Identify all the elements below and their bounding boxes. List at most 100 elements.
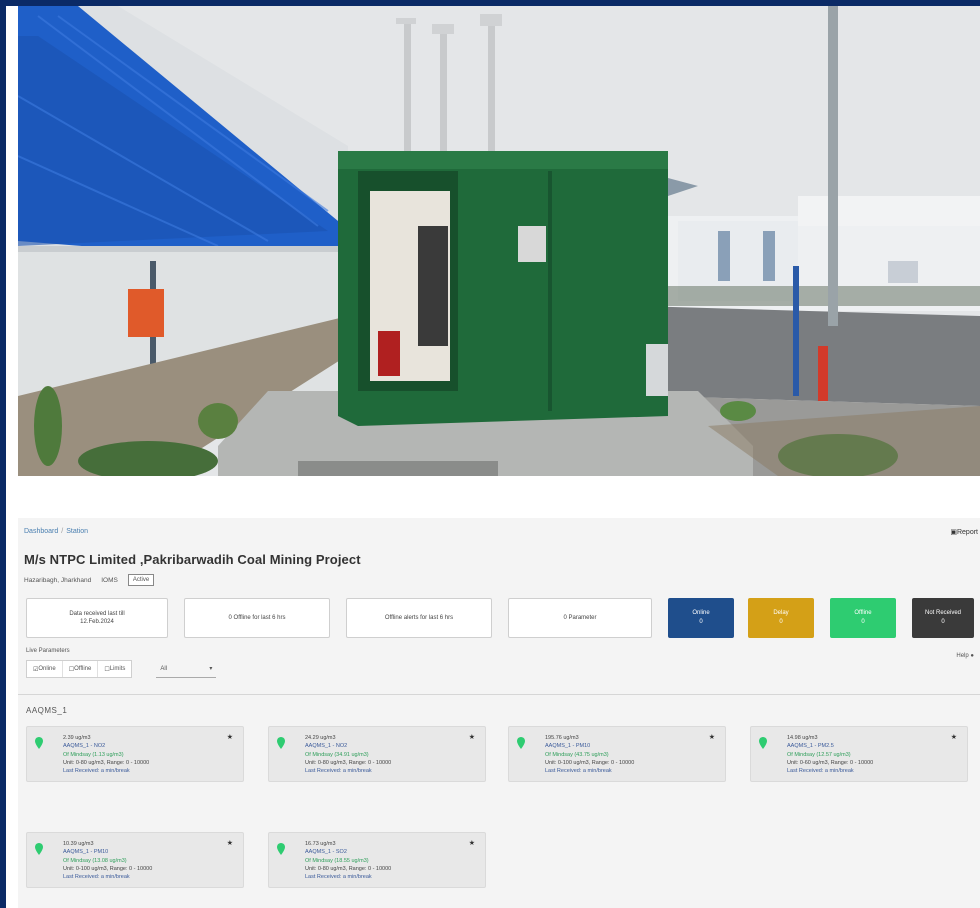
status-card-count: 0 bbox=[779, 619, 783, 625]
status-card-offline[interactable]: Offline 0 bbox=[830, 598, 896, 638]
report-icon: ▣ bbox=[950, 529, 957, 536]
param-last-received: Last Received: a min/break bbox=[787, 768, 854, 775]
param-name: AAQMS_1 - NO2 bbox=[63, 743, 106, 750]
status-card-delay[interactable]: Delay 0 bbox=[748, 598, 814, 638]
section-title: AAQMS_1 bbox=[26, 706, 68, 715]
param-value: 10.39 ug/m3 bbox=[63, 841, 94, 847]
param-value: 16.73 ug/m3 bbox=[305, 841, 336, 847]
station-photo bbox=[18, 6, 980, 476]
page-title: M/s NTPC Limited ,Pakribarwadih Coal Min… bbox=[24, 552, 361, 567]
param-name: AAQMS_1 - SO2 bbox=[305, 849, 347, 856]
filter-bar: ☑ Online ☐ Offline ☐ Limits All ▾ bbox=[26, 660, 217, 678]
status-card-not-received[interactable]: Not Received 0 bbox=[912, 598, 974, 638]
param-limit: Of Mindsay (34.91 ug/m3) bbox=[305, 751, 369, 758]
location-pin-icon bbox=[759, 737, 767, 749]
filter-offline[interactable]: ☐ Offline bbox=[63, 661, 99, 677]
location-pin-icon bbox=[35, 737, 43, 749]
breadcrumb-station[interactable]: Station bbox=[66, 528, 88, 535]
param-unit-range: Unit: 0-80 ug/m3, Range: 0 - 10000 bbox=[305, 865, 392, 872]
location-pin-icon bbox=[277, 843, 285, 855]
param-limit: Of Mindsay (43.75 ug/m3) bbox=[545, 751, 609, 758]
param-limit: Of Mindsay (1.13 ug/m3) bbox=[63, 751, 124, 758]
param-name: AAQMS_1 - PM10 bbox=[63, 849, 109, 856]
summary-row: Data received last till 12.Feb.2024 0 Of… bbox=[26, 598, 980, 638]
report-button[interactable]: ▣Report bbox=[950, 528, 978, 536]
pin-star-icon[interactable]: ★ bbox=[227, 839, 233, 847]
summary-card-last-data[interactable]: Data received last till 12.Feb.2024 bbox=[26, 598, 168, 638]
filter-online-label: Online bbox=[38, 666, 56, 672]
help-button[interactable]: Help ● bbox=[956, 653, 974, 659]
location-pin-icon bbox=[517, 737, 525, 749]
status-card-label: Delay bbox=[773, 610, 789, 616]
help-icon: ● bbox=[970, 653, 974, 659]
param-last-received: Last Received: a min/break bbox=[305, 768, 372, 775]
summary-card-offline-alerts[interactable]: Offline alerts for last 6 hrs bbox=[346, 598, 492, 638]
pin-star-icon[interactable]: ★ bbox=[469, 839, 475, 847]
filter-limits[interactable]: ☐ Limits bbox=[98, 661, 131, 677]
summary-label: 0 Offline for last 6 hrs bbox=[228, 614, 286, 621]
parameter-card[interactable]: ★ 10.39 ug/m3 AAQMS_1 - PM10 Of Mindsay … bbox=[26, 832, 244, 888]
chevron-down-icon: ▾ bbox=[209, 666, 213, 672]
live-parameters-label: Live Parameters bbox=[26, 648, 70, 654]
filter-group: ☑ Online ☐ Offline ☐ Limits bbox=[26, 660, 133, 678]
status-card-online[interactable]: Online 0 bbox=[668, 598, 734, 638]
breadcrumb: Dashboard / Station bbox=[24, 528, 88, 535]
pin-star-icon[interactable]: ★ bbox=[709, 733, 715, 741]
status-card-label: Not Received bbox=[924, 610, 962, 616]
station-id: IOMS bbox=[101, 576, 118, 584]
parameter-card[interactable]: ★ 16.73 ug/m3 AAQMS_1 - SO2 Of Mindsay (… bbox=[268, 832, 486, 888]
param-limit: Of Mindsay (18.55 ug/m3) bbox=[305, 857, 369, 864]
breadcrumb-dashboard[interactable]: Dashboard bbox=[24, 528, 58, 535]
location-pin-icon bbox=[35, 843, 43, 855]
parameter-card[interactable]: ★ 195.76 ug/m3 AAQMS_1 - PM10 Of Mindsay… bbox=[508, 726, 726, 782]
station-location: Hazaribagh, Jharkhand bbox=[24, 576, 92, 584]
pin-star-icon[interactable]: ★ bbox=[951, 733, 957, 741]
location-pin-icon bbox=[277, 737, 285, 749]
param-unit-range: Unit: 0-100 ug/m3, Range: 0 - 10000 bbox=[63, 865, 153, 872]
summary-label: 0 Parameter bbox=[563, 614, 597, 621]
filter-online[interactable]: ☑ Online bbox=[27, 661, 63, 677]
param-unit-range: Unit: 0-80 ug/m3, Range: 0 - 10000 bbox=[63, 759, 150, 766]
status-card-label: Offline bbox=[854, 610, 872, 616]
dashboard-panel: Dashboard / Station ▣Report M/s NTPC Limit… bbox=[18, 518, 980, 908]
param-unit-range: Unit: 0-80 ug/m3, Range: 0 - 10000 bbox=[305, 759, 392, 766]
status-badge: Active bbox=[127, 574, 155, 586]
pin-star-icon[interactable]: ★ bbox=[469, 733, 475, 741]
station-meta: Hazaribagh, Jharkhand IOMS Active bbox=[24, 574, 155, 586]
status-card-count: 0 bbox=[941, 619, 945, 625]
report-label: Report bbox=[956, 529, 978, 536]
status-card-label: Online bbox=[692, 610, 710, 616]
param-value: 195.76 ug/m3 bbox=[545, 735, 579, 741]
param-value: 2.39 ug/m3 bbox=[63, 735, 91, 741]
summary-date: 12.Feb.2024 bbox=[80, 619, 114, 625]
param-value: 24.29 ug/m3 bbox=[305, 735, 336, 741]
param-name: AAQMS_1 - PM10 bbox=[545, 743, 591, 750]
summary-label: Data received last till bbox=[69, 610, 125, 617]
param-limit: Of Mindsay (13.08 ug/m3) bbox=[63, 857, 127, 864]
help-label: Help bbox=[956, 653, 969, 659]
param-limit: Of Mindsay (12.57 ug/m3) bbox=[787, 751, 851, 758]
pin-star-icon[interactable]: ★ bbox=[227, 733, 233, 741]
filter-offline-label: Offline bbox=[74, 666, 92, 672]
summary-card-offline[interactable]: 0 Offline for last 6 hrs bbox=[184, 598, 330, 638]
param-value: 14.98 ug/m3 bbox=[787, 735, 818, 741]
param-last-received: Last Received: a min/break bbox=[63, 768, 130, 775]
parameter-card[interactable]: ★ 24.29 ug/m3 AAQMS_1 - NO2 Of Mindsay (… bbox=[268, 726, 486, 782]
summary-label: Offline alerts for last 6 hrs bbox=[384, 614, 454, 621]
status-card-count: 0 bbox=[699, 619, 703, 625]
param-unit-range: Unit: 0-100 ug/m3, Range: 0 - 10000 bbox=[545, 759, 635, 766]
param-name: AAQMS_1 - NO2 bbox=[305, 743, 348, 750]
param-name: AAQMS_1 - PM2.5 bbox=[787, 743, 834, 750]
parameter-select[interactable]: All ▾ bbox=[156, 660, 217, 678]
param-last-received: Last Received: a min/break bbox=[545, 768, 612, 775]
select-value: All bbox=[160, 665, 168, 672]
summary-card-parameter[interactable]: 0 Parameter bbox=[508, 598, 652, 638]
parameter-card[interactable]: ★ 14.98 ug/m3 AAQMS_1 - PM2.5 Of Mindsay… bbox=[750, 726, 968, 782]
param-unit-range: Unit: 0-60 ug/m3, Range: 0 - 10000 bbox=[787, 759, 874, 766]
param-last-received: Last Received: a min/break bbox=[63, 874, 130, 881]
parameter-card[interactable]: ★ 2.39 ug/m3 AAQMS_1 - NO2 Of Mindsay (1… bbox=[26, 726, 244, 782]
filter-limits-label: Limits bbox=[109, 666, 126, 672]
divider bbox=[18, 694, 980, 695]
param-last-received: Last Received: a min/break bbox=[305, 874, 372, 881]
status-card-count: 0 bbox=[861, 619, 865, 625]
